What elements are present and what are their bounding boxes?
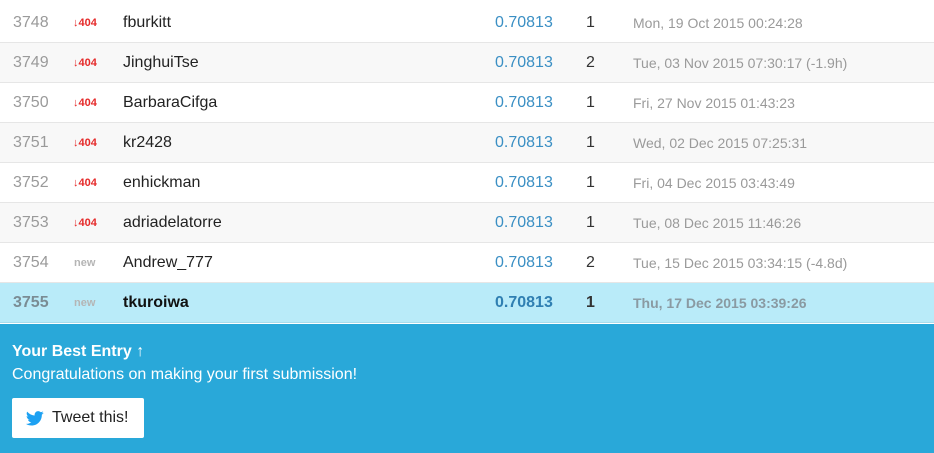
team-name-link[interactable]: adriadelatorre <box>123 203 222 243</box>
banner-title-text: Your Best Entry <box>12 343 132 360</box>
score: 0.70813 <box>495 294 553 311</box>
rank-change-badge: ↓404 <box>73 97 97 109</box>
last-submission: Thu, 17 Dec 2015 03:39:26 <box>633 295 807 311</box>
leaderboard: 3748 ↓404 fburkitt 0.70813 1 Mon, 19 Oct… <box>0 3 934 323</box>
twitter-bird-icon <box>26 410 44 425</box>
banner-title: Your Best Entry ↑ <box>12 343 144 361</box>
leaderboard-row[interactable]: 3754 new Andrew_777 0.70813 2 Tue, 15 De… <box>0 243 934 283</box>
tweet-button[interactable]: Tweet this! <box>12 398 144 438</box>
leaderboard-row[interactable]: 3749 ↓404 JinghuiTse 0.70813 2 Tue, 03 N… <box>0 43 934 83</box>
rank: 3753 <box>13 214 49 231</box>
rank-change-badge: ↓404 <box>73 17 97 29</box>
team-name-link[interactable]: BarbaraCifga <box>123 83 217 123</box>
leaderboard-row[interactable]: 3753 ↓404 adriadelatorre 0.70813 1 Tue, … <box>0 203 934 243</box>
rank-change-badge: ↓404 <box>73 137 97 149</box>
up-arrow-icon: ↑ <box>136 343 145 360</box>
banner-message: Congratulations on making your first sub… <box>12 366 358 383</box>
last-submission: Tue, 15 Dec 2015 03:34:15 (-4.8d) <box>633 255 848 271</box>
rank: 3754 <box>13 254 49 271</box>
entries-count: 1 <box>586 14 595 31</box>
score: 0.70813 <box>495 254 553 271</box>
rank: 3750 <box>13 94 49 111</box>
rank-change-badge: ↓404 <box>73 217 97 229</box>
rank: 3751 <box>13 134 49 151</box>
score: 0.70813 <box>495 14 553 31</box>
entries-count: 1 <box>586 214 595 231</box>
last-submission: Mon, 19 Oct 2015 00:24:28 <box>633 15 803 31</box>
leaderboard-row[interactable]: 3750 ↓404 BarbaraCifga 0.70813 1 Fri, 27… <box>0 83 934 123</box>
last-submission: Fri, 04 Dec 2015 03:43:49 <box>633 175 795 191</box>
entries-count: 1 <box>586 94 595 111</box>
new-entry-badge: new <box>74 257 96 269</box>
rank-change-badge: ↓404 <box>73 57 97 69</box>
rank: 3748 <box>13 14 49 31</box>
leaderboard-row[interactable]: 3751 ↓404 kr2428 0.70813 1 Wed, 02 Dec 2… <box>0 123 934 163</box>
last-submission: Wed, 02 Dec 2015 07:25:31 <box>633 135 808 151</box>
entries-count: 1 <box>586 174 595 191</box>
rank: 3749 <box>13 54 49 71</box>
team-name-link[interactable]: JinghuiTse <box>123 43 199 83</box>
score: 0.70813 <box>495 54 553 71</box>
team-name-link[interactable]: enhickman <box>123 163 200 203</box>
my-entry-row[interactable]: 3755 new tkuroiwa 0.70813 1 Thu, 17 Dec … <box>0 283 934 323</box>
score: 0.70813 <box>495 214 553 231</box>
rank: 3752 <box>13 174 49 191</box>
last-submission: Tue, 08 Dec 2015 11:46:26 <box>633 215 802 231</box>
last-submission: Fri, 27 Nov 2015 01:43:23 <box>633 95 795 111</box>
best-entry-banner: Your Best Entry ↑ Congratulations on mak… <box>0 324 934 453</box>
team-name-link[interactable]: tkuroiwa <box>123 283 189 323</box>
team-name-link[interactable]: kr2428 <box>123 123 172 163</box>
entries-count: 1 <box>586 294 595 311</box>
score: 0.70813 <box>495 174 553 191</box>
leaderboard-row[interactable]: 3748 ↓404 fburkitt 0.70813 1 Mon, 19 Oct… <box>0 3 934 43</box>
team-name-link[interactable]: fburkitt <box>123 3 171 43</box>
score: 0.70813 <box>495 134 553 151</box>
tweet-button-label: Tweet this! <box>52 409 129 426</box>
rank-change-badge: ↓404 <box>73 177 97 189</box>
leaderboard-row[interactable]: 3752 ↓404 enhickman 0.70813 1 Fri, 04 De… <box>0 163 934 203</box>
new-entry-badge: new <box>74 297 96 309</box>
team-name-link[interactable]: Andrew_777 <box>123 243 213 283</box>
last-submission: Tue, 03 Nov 2015 07:30:17 (-1.9h) <box>633 55 848 71</box>
rank: 3755 <box>13 294 49 311</box>
score: 0.70813 <box>495 94 553 111</box>
entries-count: 2 <box>586 254 595 271</box>
entries-count: 2 <box>586 54 595 71</box>
entries-count: 1 <box>586 134 595 151</box>
